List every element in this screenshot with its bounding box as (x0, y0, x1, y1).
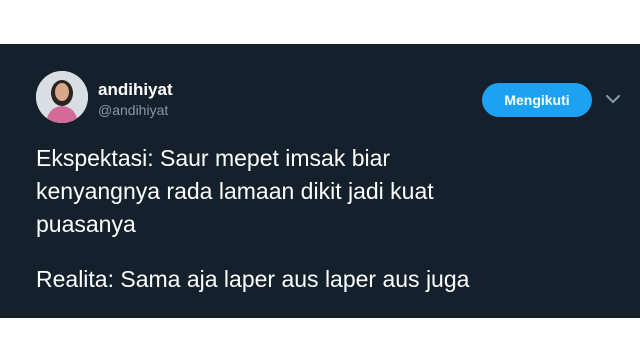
tweet-card: andihiyat @andihiyat Mengikuti Ekspektas… (0, 44, 640, 318)
tweet-text-line: kenyangnya rada lamaan dikit jadi kuat (36, 178, 434, 204)
display-name[interactable]: andihiyat (98, 80, 173, 100)
tweet-text-line: puasanya (36, 211, 136, 237)
tweet-text-line: Realita: Sama aja laper aus laper aus ju… (36, 266, 470, 292)
tweet-text: Ekspektasi: Saur mepet imsak biar kenyan… (36, 142, 616, 296)
following-button[interactable]: Mengikuti (482, 83, 592, 117)
chevron-down-icon[interactable] (604, 90, 622, 108)
avatar[interactable] (36, 71, 88, 123)
author-block: andihiyat @andihiyat (98, 80, 173, 119)
user-avatar-icon (36, 71, 88, 123)
tweet-text-line: Ekspektasi: Saur mepet imsak biar (36, 145, 391, 171)
user-handle[interactable]: @andihiyat (98, 101, 173, 119)
screenshot-frame: andihiyat @andihiyat Mengikuti Ekspektas… (0, 0, 640, 360)
